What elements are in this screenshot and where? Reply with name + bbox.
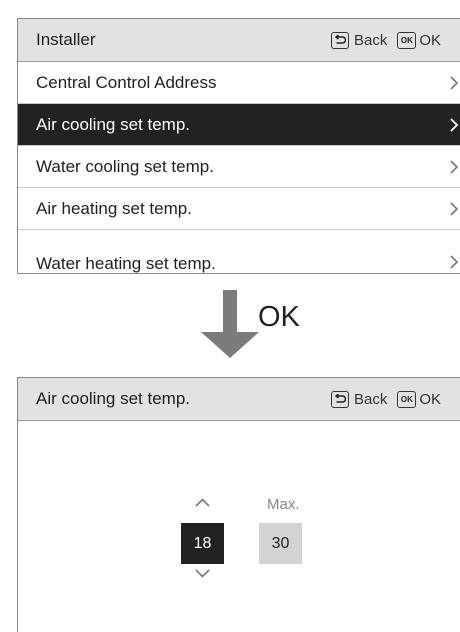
list-item-label: Water cooling set temp. [36, 156, 214, 176]
chevron-right-icon [450, 202, 459, 216]
back-button[interactable]: Back [354, 391, 387, 408]
installer-panel: Installer Back OK OK Central Control Add… [17, 18, 460, 274]
chevron-right-icon [450, 76, 459, 90]
list-item-air-cooling-set-temp[interactable]: Air cooling set temp. [18, 104, 460, 146]
max-value-box: 30 [259, 523, 302, 564]
chevron-right-icon [450, 255, 459, 269]
back-key-icon[interactable] [331, 390, 349, 408]
chevron-up-icon[interactable] [194, 497, 211, 508]
list-item-label: Water heating set temp. [36, 254, 216, 273]
air-cooling-header: Air cooling set temp. Back OK OK [18, 378, 460, 421]
header-buttons: Back OK OK [331, 31, 441, 49]
back-button[interactable]: Back [354, 32, 387, 49]
chevron-down-icon[interactable] [194, 568, 211, 579]
installer-header: Installer Back OK OK [18, 19, 460, 62]
list-item-label: Air heating set temp. [36, 198, 192, 218]
chevron-right-icon [450, 160, 459, 174]
max-label: Max. [267, 496, 300, 513]
transition-label: OK [258, 301, 300, 333]
page-title: Air cooling set temp. [36, 389, 191, 408]
list-item-water-cooling-set-temp[interactable]: Water cooling set temp. [18, 146, 460, 188]
list-item-water-heating-set-temp[interactable]: Water heating set temp. [18, 230, 460, 273]
list-item-label: Air cooling set temp. [36, 114, 191, 134]
air-cooling-panel: Air cooling set temp. Back OK OK 18 Max.… [17, 377, 460, 632]
list-item-label: Central Control Address [36, 72, 217, 92]
ok-button[interactable]: OK [419, 391, 441, 408]
ok-button[interactable]: OK [419, 32, 441, 49]
ok-key-icon[interactable]: OK [397, 390, 417, 408]
list-item-central-control-address[interactable]: Central Control Address [18, 62, 460, 104]
list-item-air-heating-set-temp[interactable]: Air heating set temp. [18, 188, 460, 230]
back-key-icon[interactable] [331, 31, 349, 49]
chevron-right-icon [450, 118, 459, 132]
ok-key-icon[interactable]: OK [397, 31, 417, 49]
down-arrow-icon [201, 290, 259, 358]
page-title: Installer [36, 30, 96, 49]
header-buttons: Back OK OK [331, 390, 441, 408]
temp-value-box[interactable]: 18 [181, 523, 224, 564]
